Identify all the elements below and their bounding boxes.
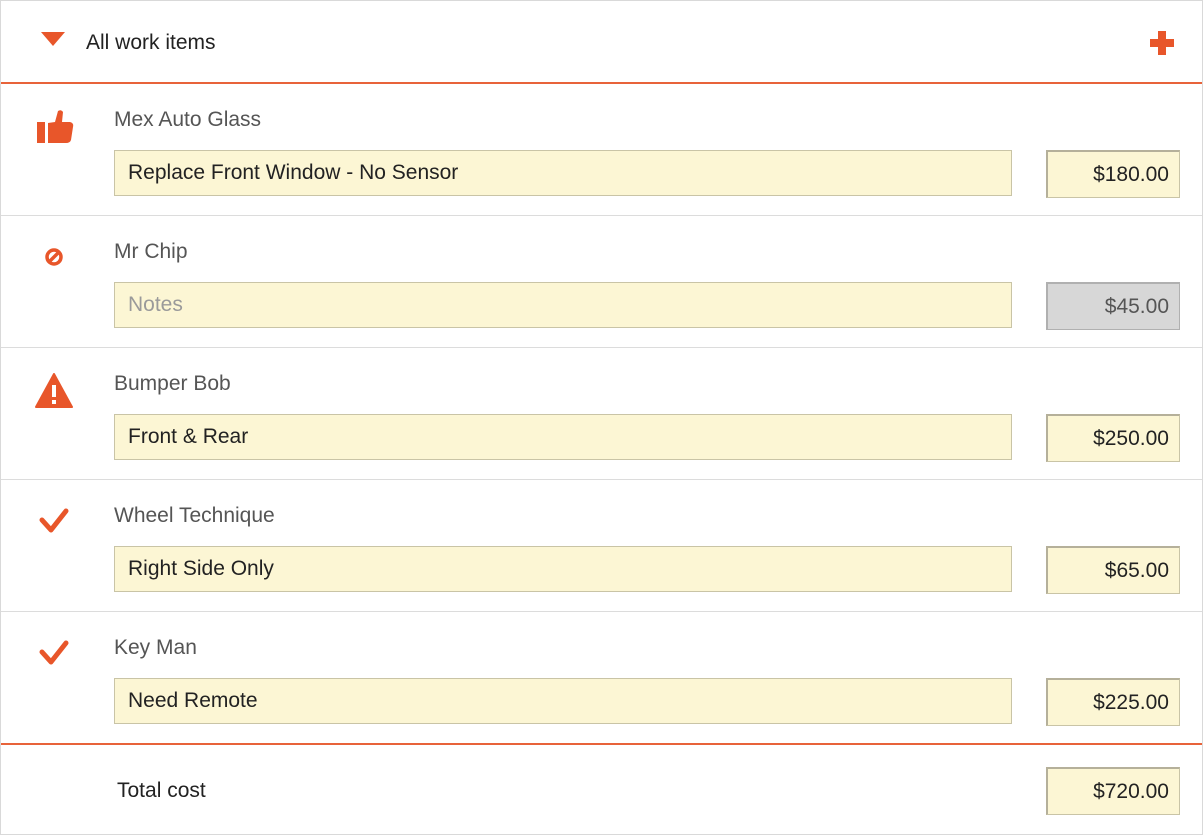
total-cost-field[interactable] — [1046, 767, 1180, 815]
vendor-name: Wheel Technique — [114, 504, 275, 527]
work-item-row: Wheel Technique — [1, 480, 1202, 612]
total-label: Total cost — [117, 779, 206, 802]
notes-field[interactable] — [114, 150, 1012, 196]
work-item-row: Mr Chip — [1, 216, 1202, 348]
plus-icon[interactable] — [1150, 31, 1174, 55]
work-item-row: Bumper Bob — [1, 348, 1202, 480]
vendor-name: Mex Auto Glass — [114, 108, 262, 131]
price-field[interactable] — [1046, 678, 1180, 726]
checkmark-icon — [39, 508, 69, 533]
vendor-name: Mr Chip — [114, 240, 188, 263]
notes-field[interactable] — [114, 414, 1012, 460]
notes-field[interactable] — [114, 282, 1012, 328]
vendor-name: Bumper Bob — [114, 372, 231, 395]
price-field[interactable] — [1046, 546, 1180, 594]
panel-title: All work items — [86, 31, 216, 54]
work-item-row: Key Man — [1, 612, 1202, 743]
notes-field[interactable] — [114, 678, 1012, 724]
price-field[interactable] — [1046, 150, 1180, 198]
price-field[interactable] — [1046, 414, 1180, 462]
price-field — [1046, 282, 1180, 330]
caret-down-icon[interactable] — [41, 32, 65, 46]
prohibited-icon — [45, 248, 63, 266]
checkmark-icon — [39, 640, 69, 665]
work-item-row: Mex Auto Glass — [1, 84, 1202, 216]
vendor-name: Key Man — [114, 636, 197, 659]
total-row: Total cost — [1, 743, 1202, 836]
warning-icon — [35, 373, 73, 408]
panel-header: All work items — [1, 1, 1202, 84]
work-items-panel: All work items Mex Auto Glass Mr Chip — [0, 0, 1203, 835]
notes-field[interactable] — [114, 546, 1012, 592]
thumbs-up-icon — [37, 110, 74, 143]
